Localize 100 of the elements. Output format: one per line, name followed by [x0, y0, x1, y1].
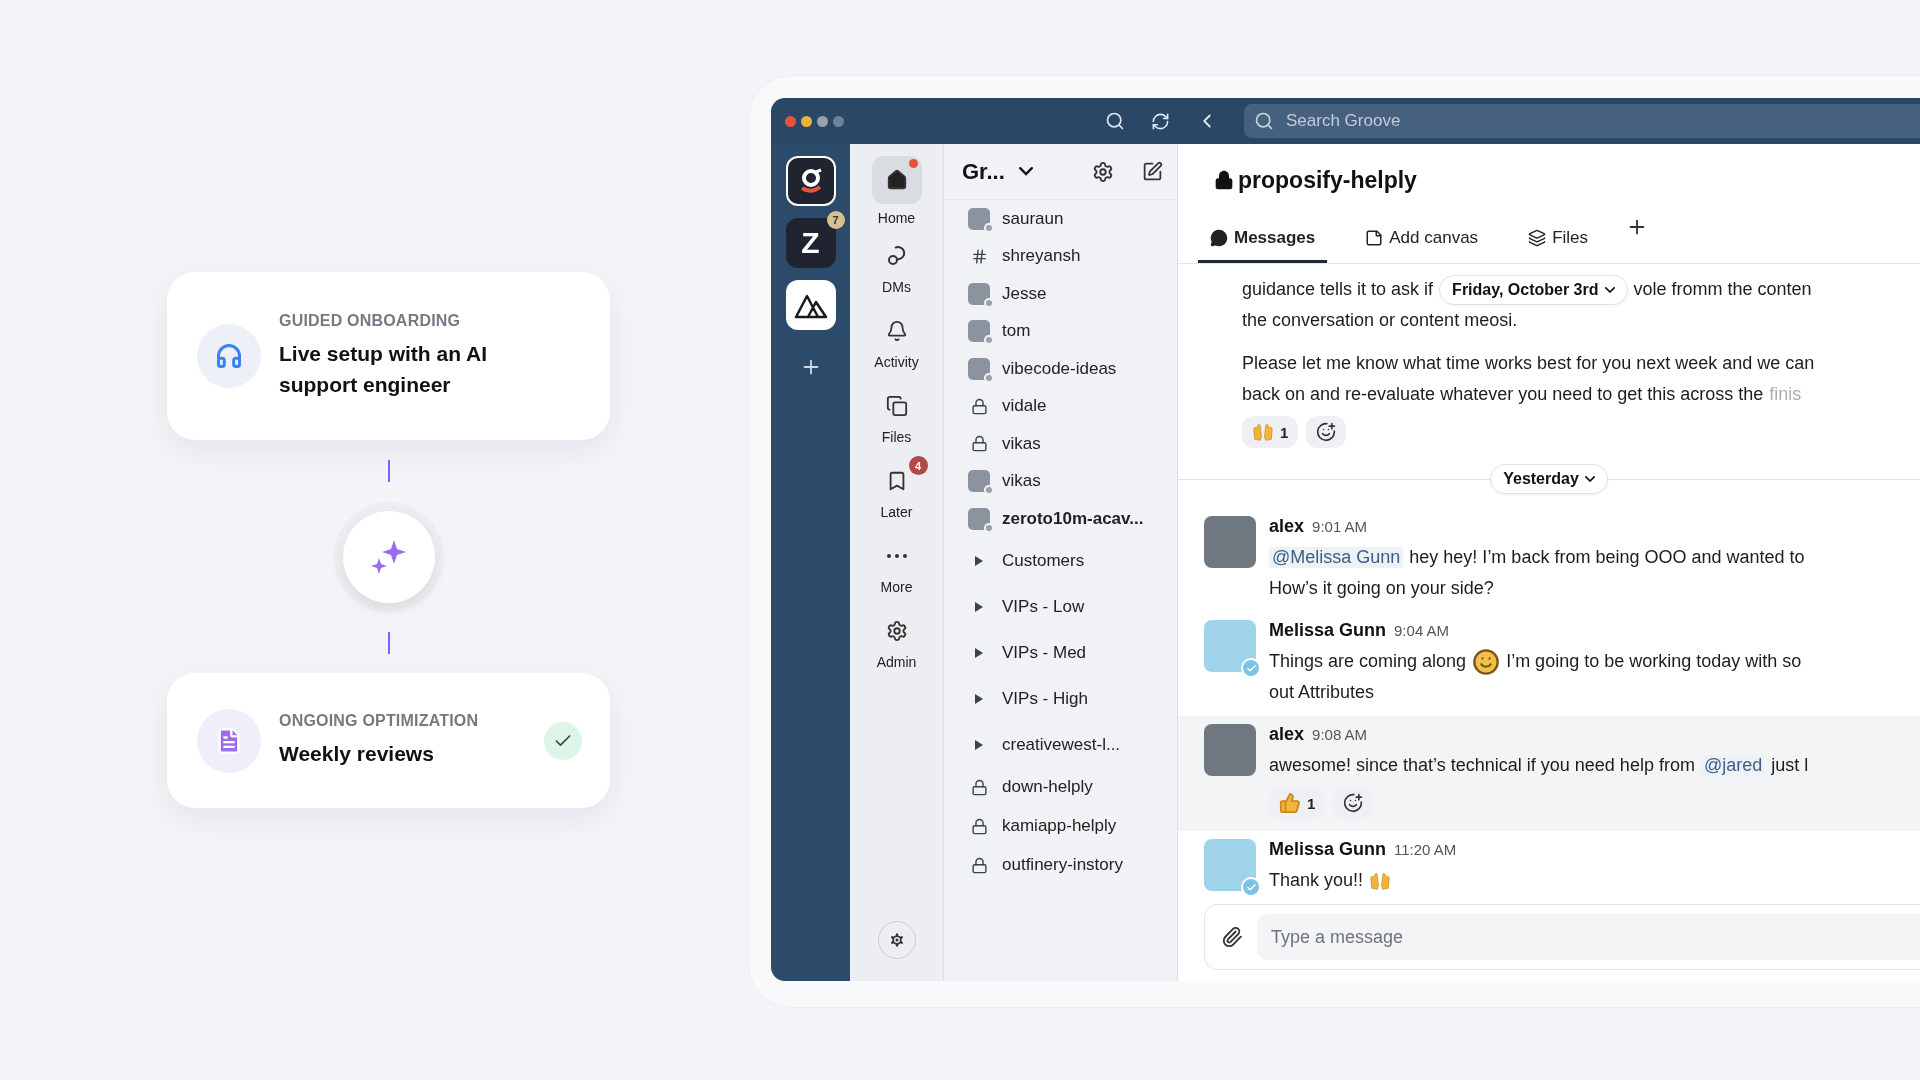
attach-button[interactable]	[1221, 926, 1243, 948]
hash-icon	[970, 247, 988, 265]
canvas-icon	[1365, 229, 1384, 247]
message-text: Things are coming along	[1269, 651, 1467, 672]
settings-button[interactable]	[1092, 160, 1114, 183]
date-pill[interactable]: Friday, October 3rd	[1439, 274, 1628, 305]
add-reaction-button[interactable]	[1333, 787, 1374, 819]
nav-item[interactable]: DMs	[856, 231, 937, 306]
message-time: 9:08 AM	[1312, 726, 1368, 743]
message-text: back on and re-evaluate whatever you need to get this across the	[1242, 384, 1764, 405]
channel-item[interactable]: sauraun	[944, 200, 1177, 238]
user-avatar	[968, 282, 990, 305]
user-avatar	[968, 470, 990, 493]
zoom-light[interactable]	[817, 115, 828, 127]
user-avatar	[968, 507, 990, 530]
message-text: awesome! since that’s technical if you need help from	[1269, 755, 1695, 776]
nav-item[interactable]: Admin	[856, 606, 937, 681]
channel-item[interactable]: Jesse	[944, 275, 1177, 313]
workspace-switcher[interactable]: Gr...	[962, 158, 1033, 185]
user-avatar	[968, 207, 990, 230]
home-icon	[885, 169, 908, 191]
add-reaction-icon	[1316, 422, 1337, 442]
mention-link[interactable]: @Melissa Gunn	[1269, 547, 1404, 568]
close-light[interactable]	[785, 115, 796, 127]
message-input[interactable]: Type a message	[1257, 914, 1920, 960]
lock-icon	[970, 778, 988, 796]
search-input[interactable]: Search Groove	[1284, 110, 1920, 132]
step-title: Live setup with an AI support engineer	[279, 340, 489, 398]
chevron-down-icon	[1584, 476, 1595, 482]
chevron-down-icon	[1018, 167, 1033, 176]
channel-item[interactable]: VIPs - High	[944, 675, 1177, 722]
channel-item[interactable]: vikas	[944, 425, 1177, 463]
channel-item[interactable]: kamiapp-helply	[944, 806, 1177, 846]
message-text: just l	[1771, 755, 1809, 776]
channel-item[interactable]: Customers	[944, 537, 1177, 584]
search-button[interactable]	[1105, 111, 1125, 131]
refresh-button[interactable]	[1151, 111, 1170, 131]
caret-icon	[975, 693, 983, 704]
message-text: guidance tells it to ask if	[1242, 279, 1434, 300]
headset-icon	[215, 342, 243, 370]
channel-item[interactable]: VIPs - Med	[944, 629, 1177, 676]
chat-icon	[1210, 229, 1228, 247]
author-name: alex	[1269, 724, 1305, 745]
caret-icon	[975, 647, 983, 658]
channel-item[interactable]: creativewest-l...	[944, 721, 1177, 768]
bell-icon	[885, 320, 908, 342]
chevron-down-icon	[1604, 286, 1615, 293]
channel-item[interactable]: down-helply	[944, 767, 1177, 807]
message-time: 11:20 AM	[1394, 841, 1457, 858]
add-reaction-button[interactable]	[1306, 416, 1347, 448]
workspace-button[interactable]	[785, 280, 836, 330]
message-text: Thank you!!	[1269, 870, 1364, 891]
tab[interactable]: Add canvas	[1353, 216, 1491, 263]
message-text: vole fromm the conten	[1633, 279, 1812, 300]
channel-item[interactable]: vikas	[944, 462, 1177, 500]
settings-icon	[1092, 160, 1114, 183]
thumbs-up-emoji-icon	[1279, 792, 1301, 814]
message-time: 9:04 AM	[1394, 622, 1450, 639]
reaction-button[interactable]: 1	[1269, 787, 1326, 819]
compose-icon	[1142, 161, 1163, 182]
tab[interactable]: Messages	[1198, 216, 1328, 263]
channel-item[interactable]: VIPs - Low	[944, 583, 1177, 630]
lock-icon	[970, 435, 988, 453]
message-text: Please let me know what time works best for you next week and we can	[1242, 353, 1815, 374]
compose-button[interactable]	[1142, 161, 1163, 182]
channel-title: proposify-helply	[1238, 166, 1417, 194]
nav-item[interactable]: Activity	[856, 306, 937, 381]
nav-item[interactable]: More	[856, 531, 937, 606]
lock-icon	[970, 817, 988, 835]
user-avatar	[968, 320, 990, 343]
channel-item[interactable]: tom	[944, 312, 1177, 350]
mention-link[interactable]: @jared	[1700, 755, 1766, 776]
caret-icon	[975, 555, 983, 566]
caret-icon	[975, 739, 983, 750]
nav-item[interactable]: Home	[856, 156, 937, 231]
lock-icon	[970, 856, 988, 874]
search-field[interactable]: Search Groove	[1244, 104, 1920, 138]
message-text: I’m going to be working today with so	[1506, 651, 1802, 672]
tab[interactable]: Files	[1516, 216, 1601, 263]
channel-item[interactable]: shreyansh	[944, 237, 1177, 275]
channel-item[interactable]: vibecode-ideas	[944, 350, 1177, 388]
workspace-button[interactable]	[785, 156, 836, 206]
notification-badge: 7	[826, 211, 845, 229]
reaction-button[interactable]: 1	[1242, 416, 1299, 448]
step-eyebrow: GUIDED ONBOARDING	[279, 311, 462, 330]
date-pill[interactable]: Yesterday	[1490, 464, 1608, 494]
smiley-emoji-icon	[1472, 647, 1501, 676]
channel-item[interactable]: zeroto10m-acav...	[944, 500, 1177, 538]
nav-item[interactable]: Files	[856, 381, 937, 456]
settings-icon	[885, 620, 908, 642]
channel-item[interactable]: outfinery-instory	[944, 845, 1177, 885]
message-text: out Attributes	[1269, 682, 1375, 703]
step-eyebrow: ONGOING OPTIMIZATION	[279, 711, 480, 730]
message-text: the conversation or content meosi.	[1242, 310, 1518, 331]
channel-item[interactable]: vidale	[944, 387, 1177, 425]
minimize-light[interactable]	[801, 115, 812, 127]
author-name: alex	[1269, 516, 1305, 537]
nav-item[interactable]: 4 Later	[856, 456, 937, 531]
user-avatar	[968, 357, 990, 380]
author-name: Melissa Gunn	[1269, 839, 1387, 860]
